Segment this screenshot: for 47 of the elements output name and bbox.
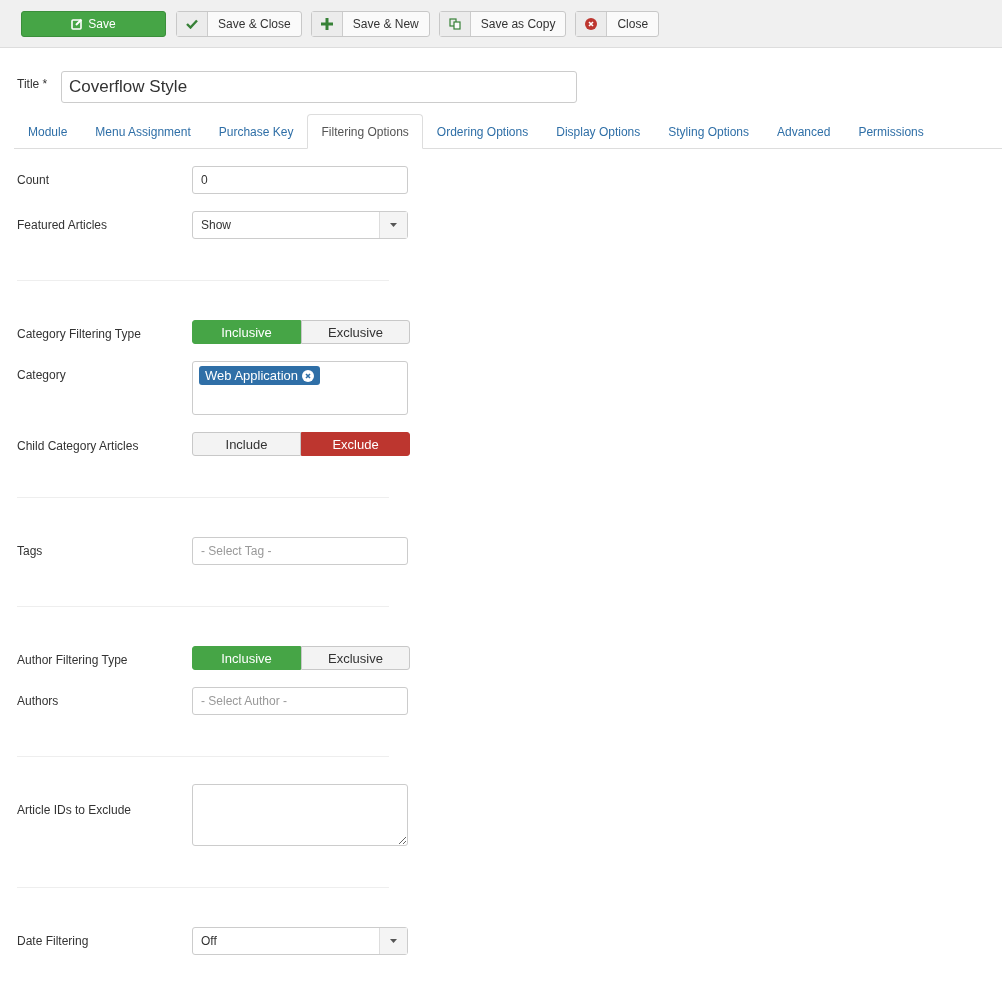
field-label: Authors (17, 693, 60, 708)
tab[interactable]: Menu Assignment (81, 114, 205, 149)
field-label: Date Filtering (17, 933, 90, 948)
field-label: Count (17, 172, 51, 187)
select-field[interactable]: Show (192, 211, 408, 239)
tag-input-field[interactable]: Web Application (192, 361, 408, 415)
field-label: Child Category Articles (17, 438, 140, 453)
toggle-option[interactable]: Exclusive (301, 320, 410, 344)
category-chip: Web Application (199, 366, 320, 385)
save-button[interactable]: Save (21, 10, 166, 37)
toolbar-button[interactable]: Save & Close (176, 10, 302, 37)
field-label: Tags (17, 543, 44, 558)
tab[interactable]: Module (14, 114, 82, 149)
title-field[interactable]: Coverflow Style (61, 71, 577, 103)
toolbar-button[interactable]: Save as Copy (438, 10, 567, 37)
tab[interactable]: Filtering Options (307, 114, 423, 149)
toggle-option[interactable]: Exclusive (301, 646, 410, 670)
toggle-option[interactable]: Exclude (301, 432, 410, 456)
select-field[interactable]: Off (192, 927, 408, 955)
caret-icon (390, 939, 397, 943)
toggle-option[interactable]: Inclusive (192, 646, 301, 670)
toolbar-button[interactable]: Save & New (310, 10, 430, 37)
check-icon (186, 18, 198, 29)
input-field[interactable]: 0 (192, 166, 408, 194)
field-label: Category Filtering Type (17, 326, 142, 341)
copy-icon (448, 17, 461, 30)
close-icon (585, 17, 598, 30)
edit-icon (71, 17, 84, 30)
caret-icon (390, 223, 397, 227)
tab[interactable]: Purchase Key (204, 114, 308, 149)
toggle-option[interactable]: Include (192, 432, 301, 456)
tab[interactable]: Styling Options (654, 114, 763, 149)
tab[interactable]: Display Options (542, 114, 655, 149)
field-label: Category (17, 367, 67, 382)
remove-icon[interactable] (302, 369, 314, 382)
input-field[interactable]: - Select Author - (192, 687, 408, 715)
field-label: Featured Articles (17, 217, 109, 232)
tab[interactable]: Ordering Options (422, 114, 543, 149)
title-label: Title * (17, 76, 49, 91)
toolbar-button[interactable]: Close (575, 10, 660, 37)
field-label: Article IDs to Exclude (17, 802, 133, 817)
toggle-option[interactable]: Inclusive (192, 320, 301, 344)
input-field[interactable]: - Select Tag - (192, 537, 408, 565)
field-label: Author Filtering Type (17, 652, 129, 667)
tab[interactable]: Advanced (763, 114, 845, 149)
plus-icon (320, 17, 333, 30)
tab[interactable]: Permissions (844, 114, 938, 149)
